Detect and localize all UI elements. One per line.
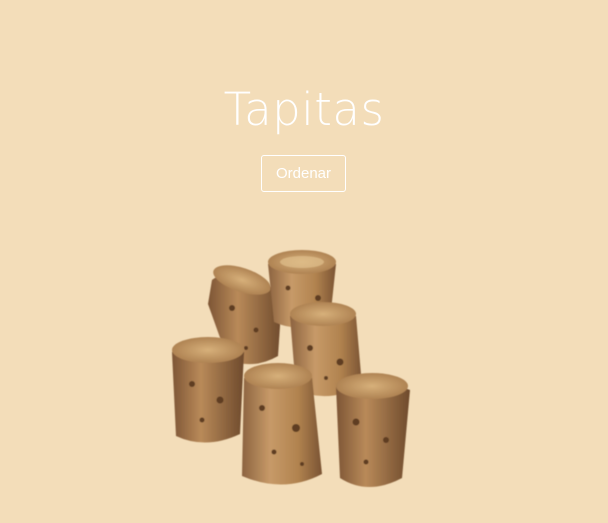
product-image — [172, 250, 410, 487]
treat-piece — [242, 363, 322, 485]
page-title: Tapitas — [223, 83, 385, 136]
treat-piece — [336, 373, 410, 487]
treat-piece — [172, 337, 244, 443]
hero-section: Tapitas Ordenar — [0, 0, 608, 523]
order-button[interactable]: Ordenar — [261, 155, 346, 192]
